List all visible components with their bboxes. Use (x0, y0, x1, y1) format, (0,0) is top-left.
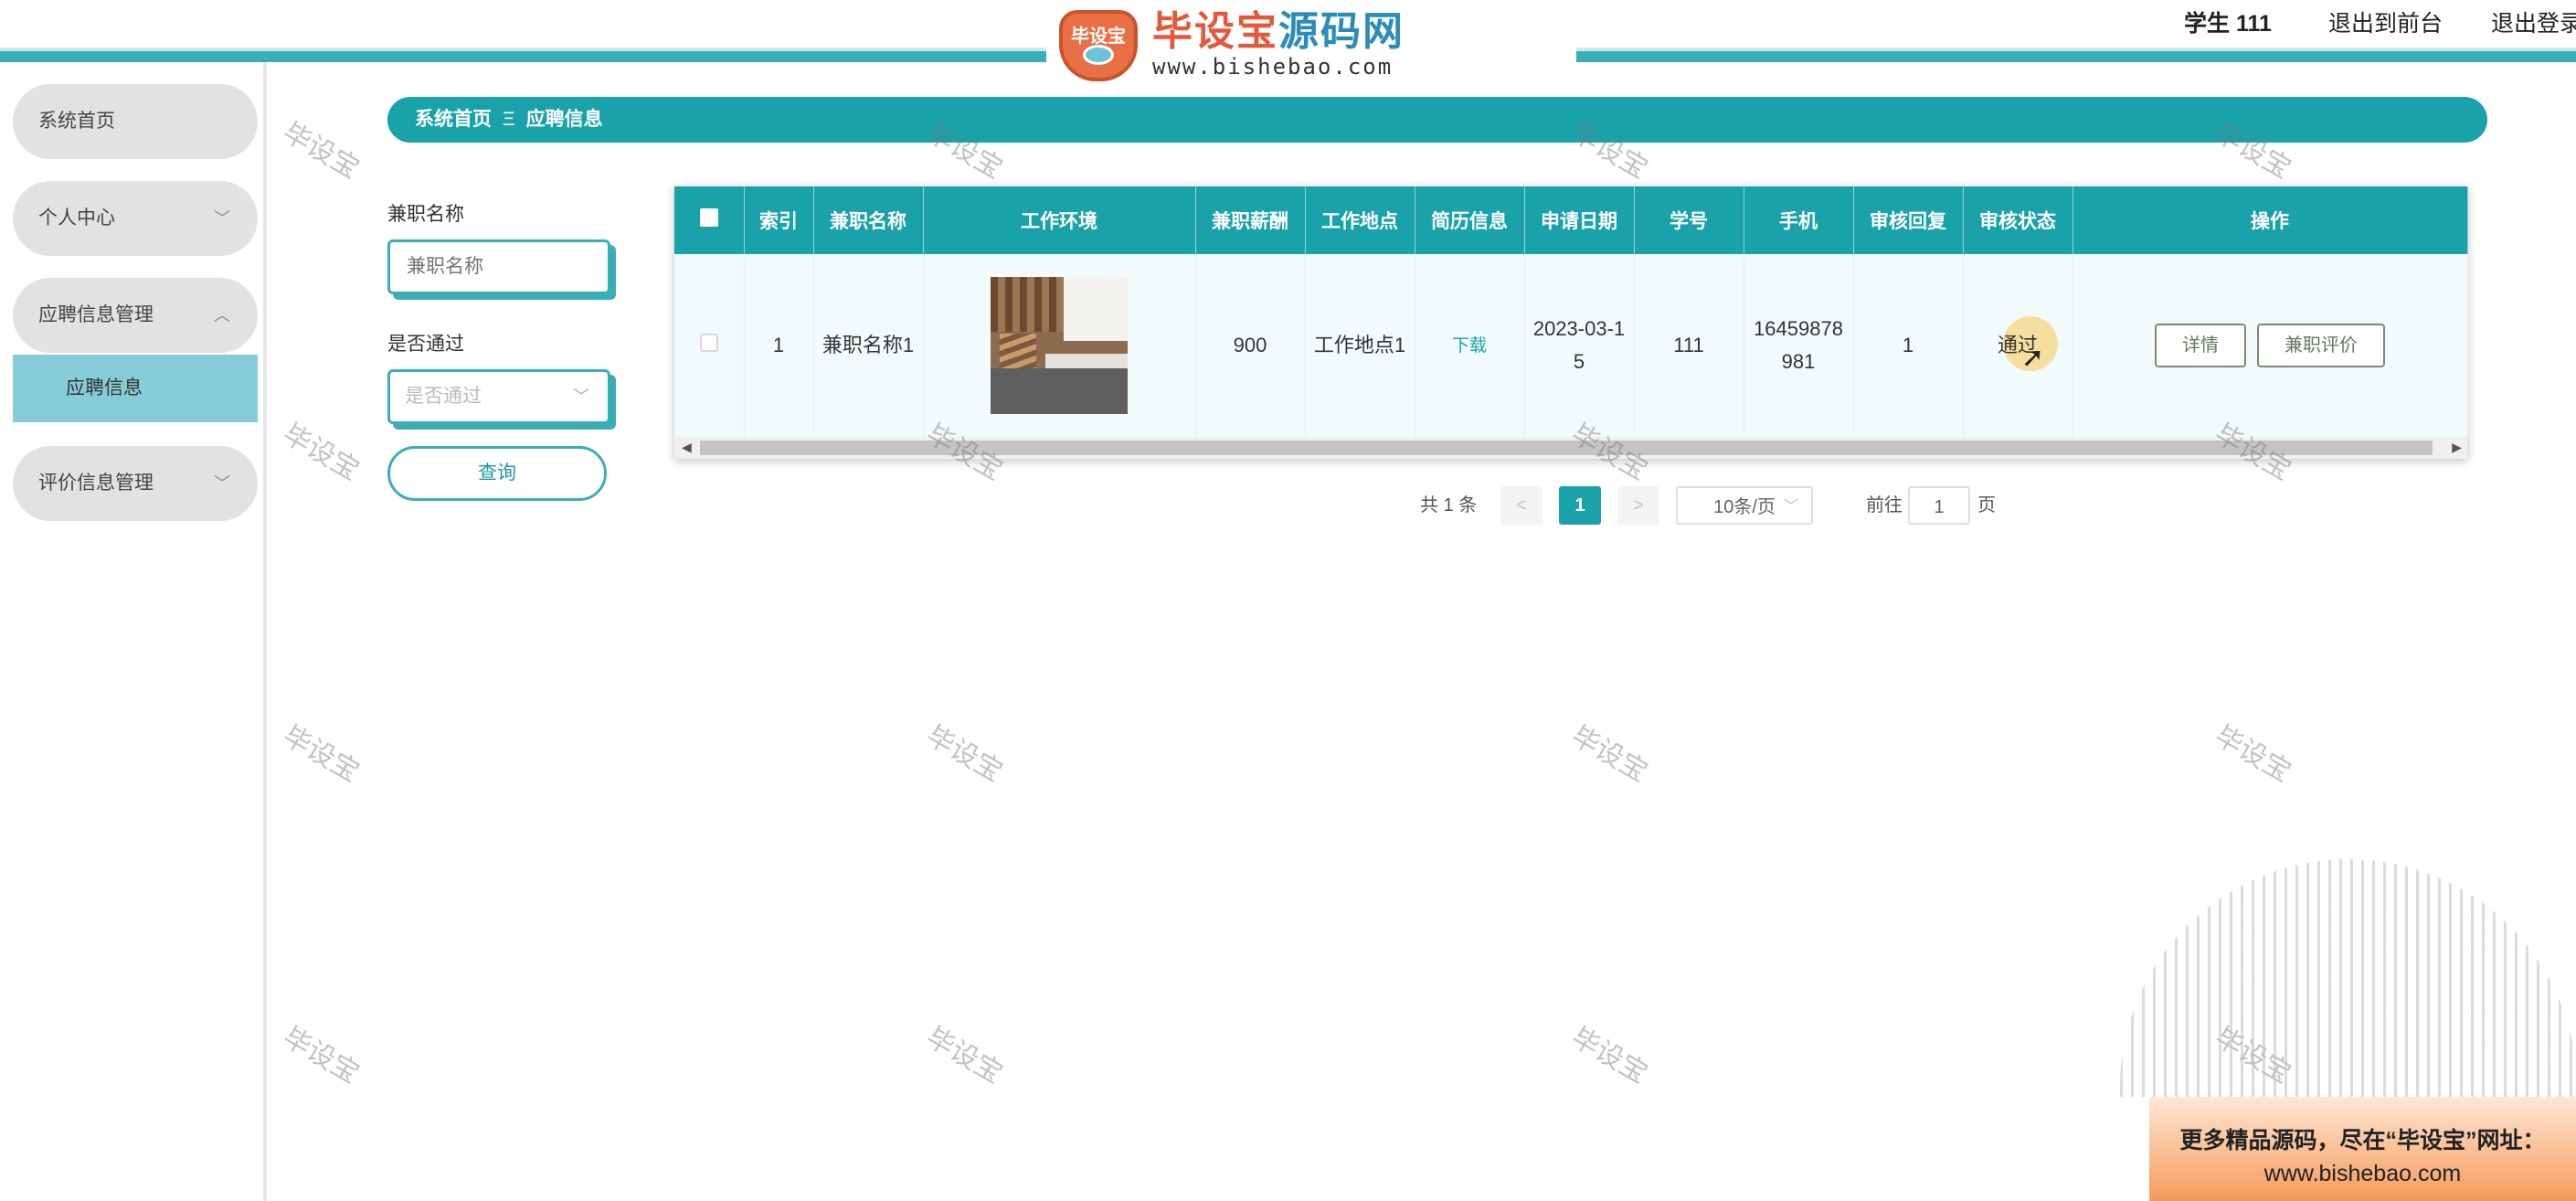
scroll-right-icon[interactable]: ▶ (2452, 437, 2462, 459)
table-row: 1 兼职名称1 900 工作地点1 下载 2023-03-15 111 1645… (674, 254, 2468, 437)
watermark: 毕设宝 (920, 1021, 1008, 1090)
prev-page-button[interactable]: < (1500, 486, 1542, 525)
work-environment-image[interactable] (991, 277, 1128, 414)
name-filter-label: 兼职名称 (387, 204, 464, 225)
column-header: 审核状态 (1963, 186, 2073, 254)
name-filter-input[interactable] (405, 255, 588, 279)
promo-url: www.bishebao.com (2263, 1161, 2462, 1186)
watermark: 毕设宝 (1565, 719, 1653, 789)
next-page-button[interactable]: > (1617, 486, 1659, 525)
column-header: 操作 (2072, 186, 2468, 254)
chevron-down-icon: ﹀ (214, 474, 230, 493)
promo-line-1: 更多精品源码，尽在“毕设宝”网址： (2179, 1128, 2546, 1153)
cell-resume: 下载 (1415, 254, 1525, 437)
page-size-value: 10条/页 (1713, 497, 1776, 517)
chevron-down-icon: ﹀ (1783, 499, 1798, 515)
row-select-cell[interactable] (674, 254, 745, 437)
sidebar-item-personal[interactable]: 个人中心 ﹀ (13, 181, 258, 256)
pass-filter-select[interactable]: 是否通过 ﹀ (387, 369, 610, 424)
scroll-left-icon[interactable]: ◀ (682, 437, 692, 459)
exit-to-front-link[interactable]: 退出到前台 (2328, 5, 2443, 42)
pass-filter-placeholder: 是否通过 (405, 386, 482, 407)
logo-title: 毕设宝源码网 (1152, 9, 1405, 55)
sidebar-item-label: 应聘信息 (66, 377, 143, 399)
detail-button[interactable]: 详情 (2155, 324, 2246, 367)
column-header: 索引 (744, 186, 814, 254)
decorative-stripes (2120, 859, 2576, 1097)
row-checkbox[interactable] (699, 334, 718, 352)
watermark: 毕设宝 (277, 1021, 365, 1090)
sidebar: 系统首页 个人中心 ﹀ 应聘信息管理 ︿ 应聘信息 评价信息管理 ﹀ (0, 62, 267, 1201)
watermark: 毕设宝 (277, 116, 365, 186)
logo-text: 毕设宝源码网 www.bishebao.com (1152, 9, 1405, 80)
breadcrumb-current: 应聘信息 (525, 109, 603, 130)
site-logo: 毕设宝 毕设宝源码网 www.bishebao.com (1046, 0, 1576, 88)
cell-environment (923, 254, 1196, 437)
watermark: 毕设宝 (1565, 1021, 1653, 1090)
breadcrumb-home[interactable]: 系统首页 (415, 109, 492, 130)
cell-student-no: 111 (1634, 254, 1744, 437)
sidebar-item-label: 个人中心 (38, 207, 115, 229)
cell-review-reply: 1 (1853, 254, 1964, 437)
select-all-cell[interactable] (674, 186, 745, 254)
chevron-down-icon: ﹀ (573, 388, 589, 406)
logo-title-a: 毕设宝 (1152, 8, 1278, 55)
page-suffix: 页 (1977, 495, 1996, 515)
watermark: 毕设宝 (277, 719, 365, 789)
goto-label: 前往 (1866, 495, 1903, 515)
sidebar-item-review-mgmt[interactable]: 评价信息管理 ﹀ (13, 446, 258, 521)
cell-location: 工作地点1 (1305, 254, 1415, 437)
sidebar-item-label: 系统首页 (38, 111, 115, 132)
watermark: 毕设宝 (920, 719, 1008, 789)
column-header: 工作地点 (1305, 186, 1415, 254)
promo-banner[interactable]: 更多精品源码，尽在“毕设宝”网址： www.bishebao.com (2149, 1097, 2576, 1201)
sidebar-item-apply-mgmt[interactable]: 应聘信息管理 ︿ (13, 278, 258, 353)
column-header: 兼职名称 (813, 186, 924, 254)
chevron-down-icon: ﹀ (214, 209, 230, 228)
cell-actions: 详情 兼职评价 (2072, 254, 2468, 437)
page-size-select[interactable]: 10条/页 ﹀ (1676, 486, 1813, 525)
breadcrumb: 系统首页 Ξ 应聘信息 (387, 97, 2487, 143)
mouse-cursor-icon: ➚ (2021, 342, 2045, 374)
table-header-row: 索引 兼职名称 工作环境 兼职薪酬 工作地点 简历信息 申请日期 学号 手机 审… (674, 186, 2468, 254)
logo-badge-text: 毕设宝 (1071, 25, 1126, 47)
query-button[interactable]: 查询 (387, 446, 607, 501)
pass-filter-label: 是否通过 (387, 334, 464, 355)
logo-url: www.bishebao.com (1152, 54, 1394, 80)
column-header: 申请日期 (1524, 186, 1635, 254)
column-header: 兼职薪酬 (1195, 186, 1306, 254)
sidebar-item-home[interactable]: 系统首页 (13, 84, 258, 159)
sidebar-item-apply-info[interactable]: 应聘信息 (13, 355, 258, 422)
chevron-up-icon: ︿ (214, 306, 230, 324)
logo-badge-icon: 毕设宝 (1046, 3, 1147, 85)
sidebar-item-label: 评价信息管理 (38, 473, 154, 494)
top-bar: 毕设宝 毕设宝源码网 www.bishebao.com 学生 111 退出到前台… (0, 0, 2576, 88)
current-user: 学生 111 (2184, 11, 2272, 37)
cell-date: 2023-03-15 (1524, 254, 1635, 437)
select-all-checkbox[interactable] (699, 208, 718, 227)
watermark: 毕设宝 (277, 418, 365, 487)
logo-title-b: 源码网 (1278, 8, 1405, 55)
column-header: 简历信息 (1415, 186, 1525, 254)
cell-phone: 16459878981 (1744, 254, 1854, 437)
column-header: 学号 (1634, 186, 1744, 254)
current-page-button[interactable]: 1 (1559, 486, 1601, 525)
column-header: 审核回复 (1853, 186, 1964, 254)
cell-salary: 900 (1195, 254, 1306, 437)
sidebar-item-label: 应聘信息管理 (38, 304, 154, 325)
name-filter-field[interactable] (387, 239, 610, 294)
goto-page-input[interactable]: 1 (1908, 486, 1970, 525)
logout-link[interactable]: 退出登录 (2491, 5, 2576, 42)
rate-job-button[interactable]: 兼职评价 (2257, 324, 2385, 367)
cell-index: 1 (744, 254, 814, 437)
watermark: 毕设宝 (2209, 719, 2296, 789)
cell-status: 通过 (1963, 254, 2073, 437)
resume-download-link[interactable]: 下载 (1452, 336, 1487, 356)
column-header: 工作环境 (923, 186, 1196, 254)
cell-name: 兼职名称1 (813, 254, 924, 437)
breadcrumb-separator: Ξ (503, 109, 515, 130)
column-header: 手机 (1744, 186, 1854, 254)
pagination-total: 共 1 条 (1420, 495, 1478, 515)
